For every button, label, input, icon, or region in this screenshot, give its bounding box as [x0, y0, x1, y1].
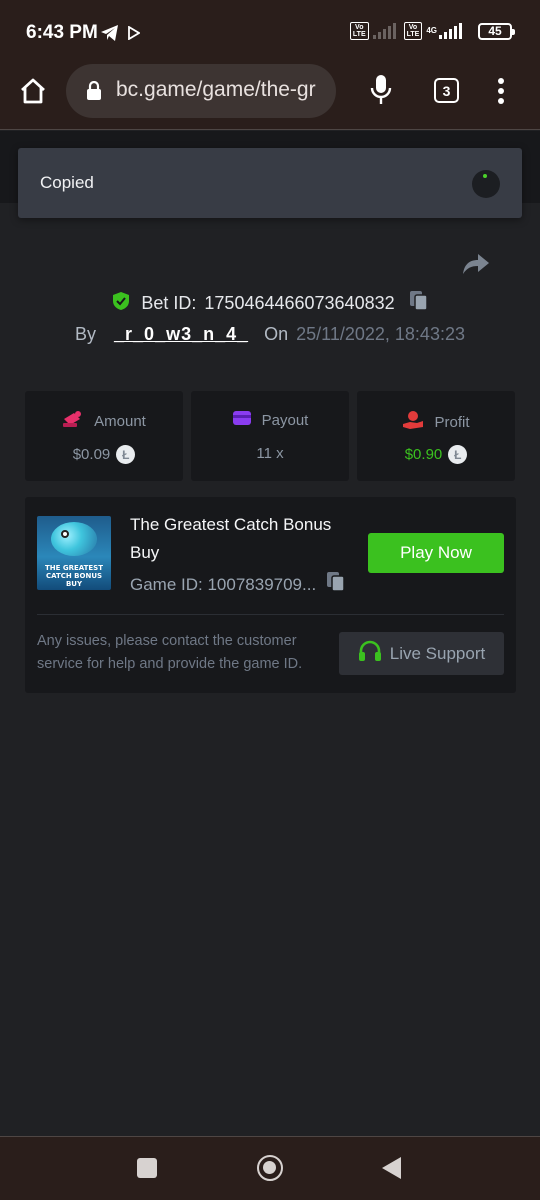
signal-icon — [372, 23, 396, 39]
live-support-label: Live Support — [389, 643, 486, 663]
toast-text: Copied — [40, 173, 94, 192]
play-now-button[interactable]: Play Now — [368, 533, 504, 573]
network-type: 4G — [426, 26, 437, 35]
by-label: By — [75, 324, 97, 344]
play-store-icon — [128, 25, 141, 45]
divider — [37, 614, 504, 615]
fish-illustration — [51, 522, 97, 556]
more-menu-icon[interactable] — [497, 78, 505, 109]
game-id-row: Game ID: 1007839709... — [130, 571, 346, 598]
litecoin-icon: Ł — [116, 445, 136, 464]
username-link[interactable]: _r_0_w3_n_4_ — [114, 324, 248, 345]
support-text: Any issues, please contact the customer … — [37, 633, 303, 672]
profit-card: Profit $0.90 Ł — [357, 391, 515, 481]
toast-close-icon[interactable] — [472, 170, 500, 198]
profit-value: $0.90 — [404, 446, 443, 463]
status-icons: Vo LTE Vo LTE 4G 45 — [349, 22, 515, 40]
telegram-icon — [100, 24, 120, 47]
back-button[interactable] — [382, 1157, 401, 1179]
game-thumbnail[interactable]: THE GREATEST CATCH BONUS BUY — [37, 516, 111, 590]
amount-card: Amount $0.09 Ł — [25, 391, 183, 481]
live-support-button[interactable]: Live Support — [339, 632, 504, 675]
home-icon[interactable] — [18, 76, 48, 106]
amount-value: $0.09 — [72, 446, 111, 463]
game-title[interactable]: The Greatest Catch Bonus Buy — [130, 511, 360, 567]
headphones-icon — [358, 640, 382, 667]
home-button[interactable] — [257, 1155, 283, 1181]
bet-date: 25/11/2022, 18:43:23 — [296, 324, 465, 344]
url-text: bc.game/game/the-gr — [116, 78, 316, 101]
microphone-icon[interactable] — [370, 74, 392, 111]
battery-icon: 45 — [478, 22, 515, 40]
on-label: On — [264, 324, 289, 344]
volte-icon: Vo LTE — [349, 22, 369, 40]
copy-game-id-icon[interactable] — [326, 571, 346, 598]
volte-icon-2: Vo LTE — [403, 22, 423, 40]
bet-meta-row: By _r_0_w3_n_4_ On 25/11/2022, 18:43:23 — [0, 324, 540, 345]
bet-id-label: Bet ID: — [141, 293, 197, 313]
signal-icon-2 — [439, 23, 462, 39]
game-id: Game ID: 1007839709... — [130, 574, 317, 594]
system-nav-bar — [0, 1136, 540, 1200]
address-bar[interactable]: bc.game/game/the-gr — [66, 64, 336, 118]
amount-icon — [62, 410, 84, 432]
status-time: 6:43 PM — [26, 22, 98, 43]
payout-card: Payout 11 x — [191, 391, 349, 481]
status-bar: 6:43 PM Vo LTE Vo LTE 4G 45 — [0, 0, 540, 62]
game-card: THE GREATEST CATCH BONUS BUY The Greates… — [25, 497, 516, 693]
amount-label: Amount — [94, 412, 146, 430]
shield-check-icon — [111, 291, 131, 316]
lock-icon — [86, 80, 102, 106]
profit-label: Profit — [434, 413, 470, 431]
payout-label: Payout — [261, 411, 309, 429]
litecoin-icon: Ł — [448, 445, 468, 464]
share-icon[interactable] — [462, 252, 490, 281]
profit-icon — [402, 410, 424, 434]
copied-toast: Copied — [18, 148, 522, 218]
wallet-icon — [232, 410, 252, 430]
bet-id-row: Bet ID: 1750464466073640832 — [0, 290, 540, 317]
payout-value: 11 x — [256, 445, 284, 462]
browser-toolbar: bc.game/game/the-gr 3 — [0, 62, 540, 130]
recent-apps-button[interactable] — [137, 1158, 157, 1178]
thumbnail-title: THE GREATEST CATCH BONUS BUY — [44, 564, 104, 588]
copy-bet-id-icon[interactable] — [409, 290, 429, 317]
bet-id-value: 1750464466073640832 — [204, 293, 395, 313]
tab-switcher-button[interactable]: 3 — [434, 78, 459, 103]
fish-eye — [61, 530, 69, 538]
